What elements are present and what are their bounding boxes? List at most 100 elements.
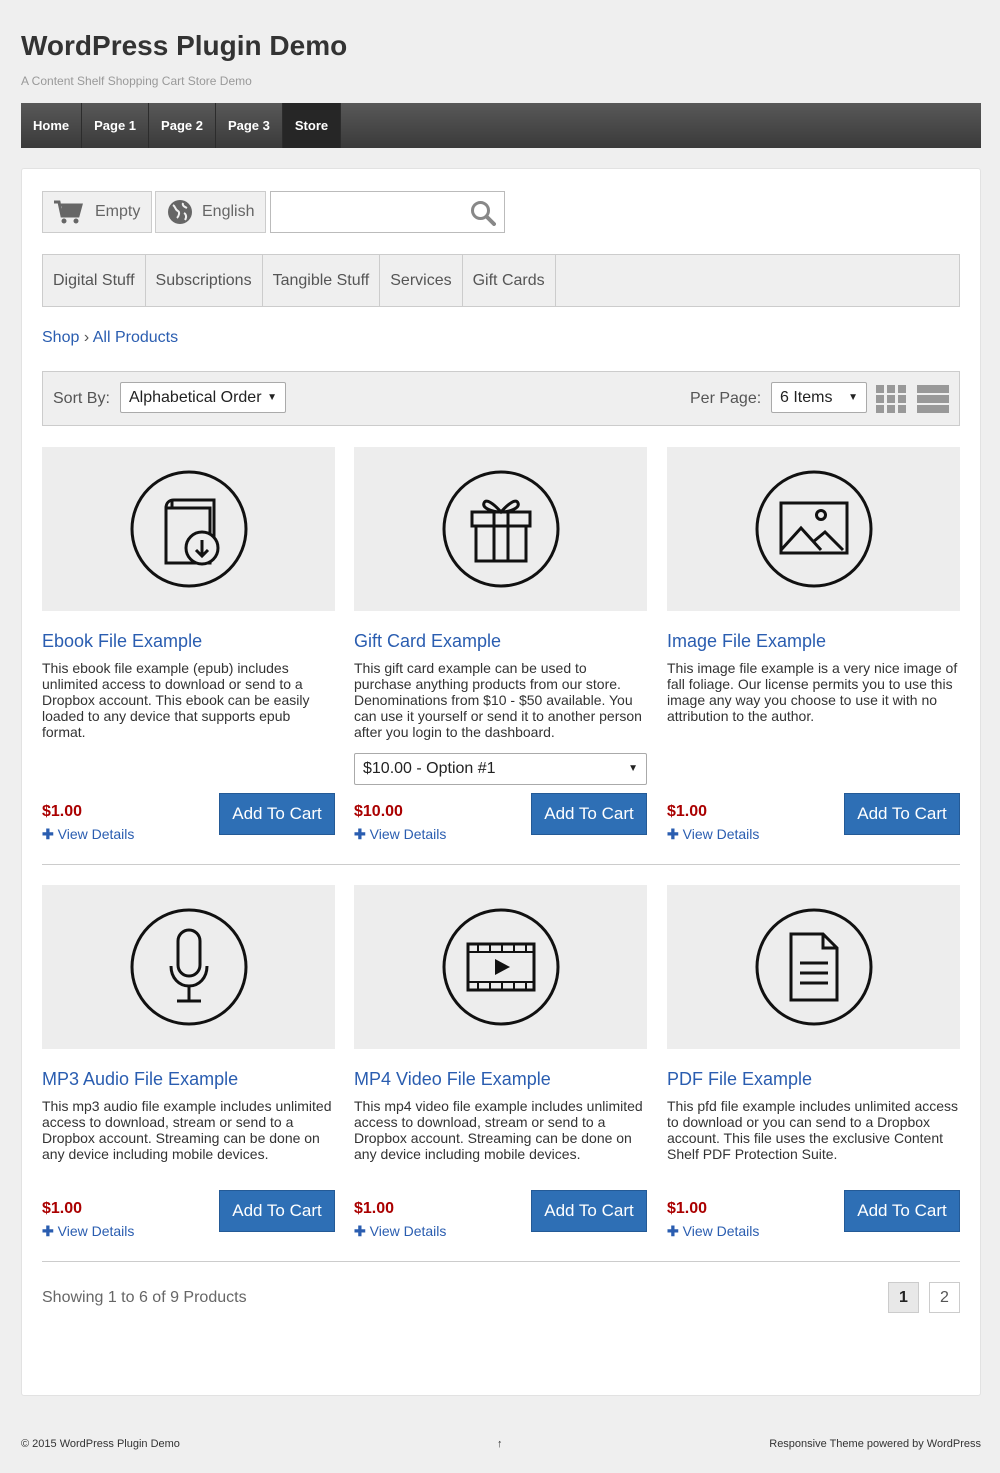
sort-bar: Sort By: Alphabetical Order ▼ Per Page: … — [42, 371, 960, 426]
product-thumbnail[interactable] — [354, 447, 647, 611]
breadcrumb: Shop › All Products — [42, 329, 178, 347]
product-title[interactable]: Ebook File Example — [42, 631, 335, 652]
category-bar: Digital Stuff Subscriptions Tangible Stu… — [42, 254, 960, 307]
view-details-label: View Details — [57, 826, 135, 842]
view-details-link[interactable]: ✚ View Details — [667, 826, 759, 843]
view-details-link[interactable]: ✚ View Details — [667, 1223, 759, 1240]
product-thumbnail[interactable] — [667, 885, 960, 1049]
view-details-link[interactable]: ✚ View Details — [354, 1223, 446, 1240]
scroll-top-icon[interactable]: ↑ — [497, 1438, 503, 1450]
row-divider — [42, 864, 960, 865]
product-title[interactable]: Gift Card Example — [354, 631, 647, 652]
microphone-icon — [130, 908, 247, 1026]
product-title[interactable]: MP4 Video File Example — [354, 1069, 647, 1090]
chevron-down-icon: ▼ — [848, 392, 858, 403]
product-card: Ebook File Example This ebook file examp… — [42, 447, 335, 844]
plus-icon: ✚ — [667, 826, 679, 842]
product-thumbnail[interactable] — [42, 447, 335, 611]
breadcrumb-shop[interactable]: Shop — [42, 329, 79, 346]
view-details-label: View Details — [369, 826, 447, 842]
product-thumbnail[interactable] — [667, 447, 960, 611]
view-details-link[interactable]: ✚ View Details — [42, 826, 134, 843]
search-box — [270, 191, 505, 233]
nav-page-2[interactable]: Page 2 — [149, 103, 216, 148]
per-page-label: Per Page: — [690, 390, 762, 407]
list-view-icon[interactable] — [917, 385, 949, 413]
main-nav: Home Page 1 Page 2 Page 3 Store — [21, 103, 981, 148]
plus-icon: ✚ — [354, 826, 366, 842]
product-description: This gift card example can be used to pu… — [354, 660, 642, 740]
add-to-cart-button[interactable]: Add To Cart — [219, 793, 335, 835]
product-description: This pfd file example includes unlimited… — [667, 1098, 959, 1162]
add-to-cart-button[interactable]: Add To Cart — [844, 793, 960, 835]
video-icon — [442, 908, 559, 1026]
chevron-down-icon: ▼ — [267, 392, 277, 403]
page-2-button[interactable]: 2 — [929, 1282, 960, 1313]
category-tangible-stuff[interactable]: Tangible Stuff — [263, 255, 381, 306]
product-title[interactable]: Image File Example — [667, 631, 960, 652]
product-price: $1.00 — [42, 803, 83, 820]
search-input[interactable] — [277, 193, 467, 231]
product-price: $1.00 — [42, 1200, 83, 1217]
ebook-icon — [130, 470, 247, 588]
sort-select[interactable]: Alphabetical Order ▼ — [120, 382, 286, 413]
product-description: This mp3 audio file example includes unl… — [42, 1098, 332, 1162]
product-card: MP3 Audio File Example This mp3 audio fi… — [42, 885, 335, 1242]
add-to-cart-button[interactable]: Add To Cart — [219, 1190, 335, 1232]
nav-store[interactable]: Store — [282, 103, 342, 148]
product-description: This image file example is a very nice i… — [667, 660, 958, 724]
gift-card-option-value: $10.00 - Option #1 — [363, 760, 496, 777]
product-price: $10.00 — [354, 803, 403, 820]
product-title[interactable]: MP3 Audio File Example — [42, 1069, 335, 1090]
plus-icon: ✚ — [667, 1223, 679, 1239]
view-details-link[interactable]: ✚ View Details — [354, 826, 446, 843]
plus-icon: ✚ — [354, 1223, 366, 1239]
breadcrumb-current[interactable]: All Products — [93, 329, 178, 346]
breadcrumb-separator: › — [83, 329, 90, 346]
nav-home[interactable]: Home — [21, 103, 83, 148]
cart-button[interactable]: Empty — [42, 191, 152, 233]
nav-page-3[interactable]: Page 3 — [216, 103, 283, 148]
product-price: $1.00 — [667, 1200, 708, 1217]
per-page-value: 6 Items — [780, 389, 833, 406]
category-gift-cards[interactable]: Gift Cards — [463, 255, 556, 306]
category-subscriptions[interactable]: Subscriptions — [146, 255, 263, 306]
plus-icon: ✚ — [42, 826, 54, 842]
product-card: Image File Example This image file examp… — [667, 447, 960, 844]
image-icon — [755, 470, 872, 588]
product-price: $1.00 — [354, 1200, 395, 1217]
add-to-cart-button[interactable]: Add To Cart — [531, 793, 647, 835]
product-description: This ebook file example (epub) includes … — [42, 660, 310, 740]
add-to-cart-button[interactable]: Add To Cart — [531, 1190, 647, 1232]
result-count: Showing 1 to 6 of 9 Products — [42, 1289, 247, 1306]
site-description: A Content Shelf Shopping Cart Store Demo — [21, 74, 252, 88]
sort-value: Alphabetical Order — [129, 389, 262, 406]
language-label: English — [202, 203, 255, 220]
footer-copyright: © 2015 WordPress Plugin Demo — [21, 1438, 180, 1450]
view-details-link[interactable]: ✚ View Details — [42, 1223, 134, 1240]
view-details-label: View Details — [369, 1223, 447, 1239]
product-thumbnail[interactable] — [354, 885, 647, 1049]
add-to-cart-button[interactable]: Add To Cart — [844, 1190, 960, 1232]
grid-view-icon[interactable] — [876, 385, 906, 413]
search-icon[interactable] — [470, 200, 496, 226]
product-thumbnail[interactable] — [42, 885, 335, 1049]
category-services[interactable]: Services — [380, 255, 463, 306]
site-title[interactable]: WordPress Plugin Demo — [21, 30, 347, 62]
nav-page-1[interactable]: Page 1 — [82, 103, 150, 148]
gift-card-option-select[interactable]: $10.00 - Option #1 ▼ — [354, 753, 647, 785]
cart-label: Empty — [95, 203, 141, 220]
product-title[interactable]: PDF File Example — [667, 1069, 960, 1090]
category-digital-stuff[interactable]: Digital Stuff — [43, 255, 146, 306]
product-card: PDF File Example This pfd file example i… — [667, 885, 960, 1242]
view-details-label: View Details — [682, 826, 760, 842]
footer-credit: Responsive Theme powered by WordPress — [769, 1438, 981, 1450]
plus-icon: ✚ — [42, 1223, 54, 1239]
globe-icon — [168, 200, 192, 224]
chevron-down-icon: ▼ — [628, 763, 638, 774]
page-1-button[interactable]: 1 — [888, 1282, 919, 1313]
language-button[interactable]: English — [155, 191, 266, 233]
view-details-label: View Details — [57, 1223, 135, 1239]
sort-label: Sort By: — [53, 390, 110, 407]
per-page-select[interactable]: 6 Items ▼ — [771, 382, 867, 413]
